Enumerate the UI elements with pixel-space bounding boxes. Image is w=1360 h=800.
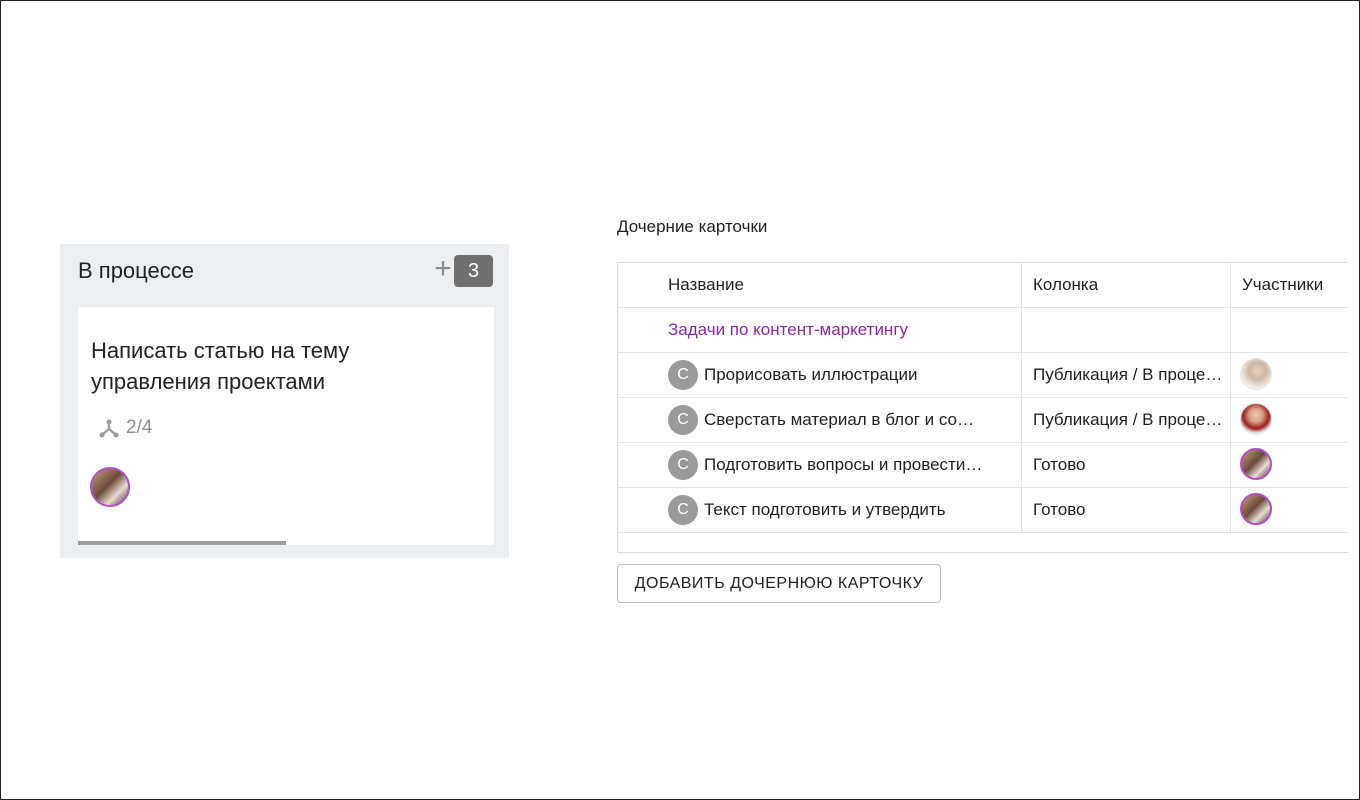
kanban-card[interactable]: Написать статью на тему управления проек… <box>78 307 494 545</box>
row-name[interactable]: Подготовить вопросы и провести интервью <box>704 443 986 487</box>
column-divider <box>1021 398 1022 442</box>
table-row-group: Задачи по контент-маркетингу <box>618 308 1348 353</box>
table-row[interactable]: С Прорисовать иллюстрации Публикация / В… <box>618 353 1348 398</box>
kanban-column-in-progress: В процессе + 3 Написать статью на тему у… <box>60 244 509 558</box>
column-divider <box>1230 443 1231 487</box>
add-child-card-button[interactable]: ДОБАВИТЬ ДОЧЕРНЮЮ КАРТОЧКУ <box>617 564 941 603</box>
row-column: Публикация / В процессе <box>1033 365 1228 384</box>
card-progress-fill <box>78 541 286 545</box>
avatar[interactable] <box>1240 448 1272 480</box>
column-divider <box>1021 263 1022 307</box>
column-divider <box>1021 308 1022 352</box>
avatar[interactable] <box>1240 358 1272 390</box>
header-column: Колонка <box>1033 275 1099 294</box>
table-row[interactable]: С Подготовить вопросы и провести интервь… <box>618 443 1348 488</box>
column-divider <box>1230 398 1231 442</box>
column-divider <box>1230 308 1231 352</box>
header-members: Участники <box>1242 275 1324 294</box>
avatar[interactable] <box>90 467 130 507</box>
avatar[interactable] <box>1240 403 1272 435</box>
card-type-badge: С <box>668 360 698 390</box>
table-row[interactable]: С Текст подготовить и утвердить Готово <box>618 488 1348 533</box>
column-divider <box>1230 263 1231 307</box>
card-type-badge: С <box>668 495 698 525</box>
table-row[interactable]: С Сверстать материал в блог и соцсети Пу… <box>618 398 1348 443</box>
child-cards-table: Название Колонка Участники Задачи по кон… <box>617 262 1348 553</box>
subtask-count: 2/4 <box>126 417 153 438</box>
card-count-badge: 3 <box>454 255 493 287</box>
child-cards-title: Дочерние карточки <box>617 217 768 236</box>
row-column: Готово <box>1033 455 1086 474</box>
column-header: В процессе + 3 <box>60 244 509 298</box>
row-column: Готово <box>1033 500 1086 519</box>
column-divider <box>1230 488 1231 532</box>
subtasks-icon <box>99 419 119 438</box>
row-name[interactable]: Текст подготовить и утвердить <box>704 488 1004 532</box>
table-footer-row <box>618 533 1348 552</box>
avatar[interactable] <box>1240 493 1272 525</box>
column-divider <box>1021 488 1022 532</box>
card-type-badge: С <box>668 405 698 435</box>
card-type-badge: С <box>668 450 698 480</box>
add-card-icon[interactable]: + <box>431 254 455 284</box>
group-link[interactable]: Задачи по контент-маркетингу <box>668 308 1008 352</box>
column-divider <box>1230 353 1231 397</box>
row-column: Публикация / В процессе <box>1033 410 1228 429</box>
column-divider <box>1021 353 1022 397</box>
card-progress-bar <box>78 541 494 545</box>
row-name[interactable]: Прорисовать иллюстрации <box>704 353 1004 397</box>
row-name[interactable]: Сверстать материал в блог и соцсети <box>704 398 978 442</box>
header-name: Название <box>668 275 744 294</box>
column-divider <box>1021 443 1022 487</box>
subtask-counter: 2/4 <box>98 415 152 441</box>
table-header-row: Название Колонка Участники <box>618 263 1348 308</box>
column-title: В процессе <box>78 258 194 283</box>
card-title: Написать статью на тему управления проек… <box>91 338 350 394</box>
